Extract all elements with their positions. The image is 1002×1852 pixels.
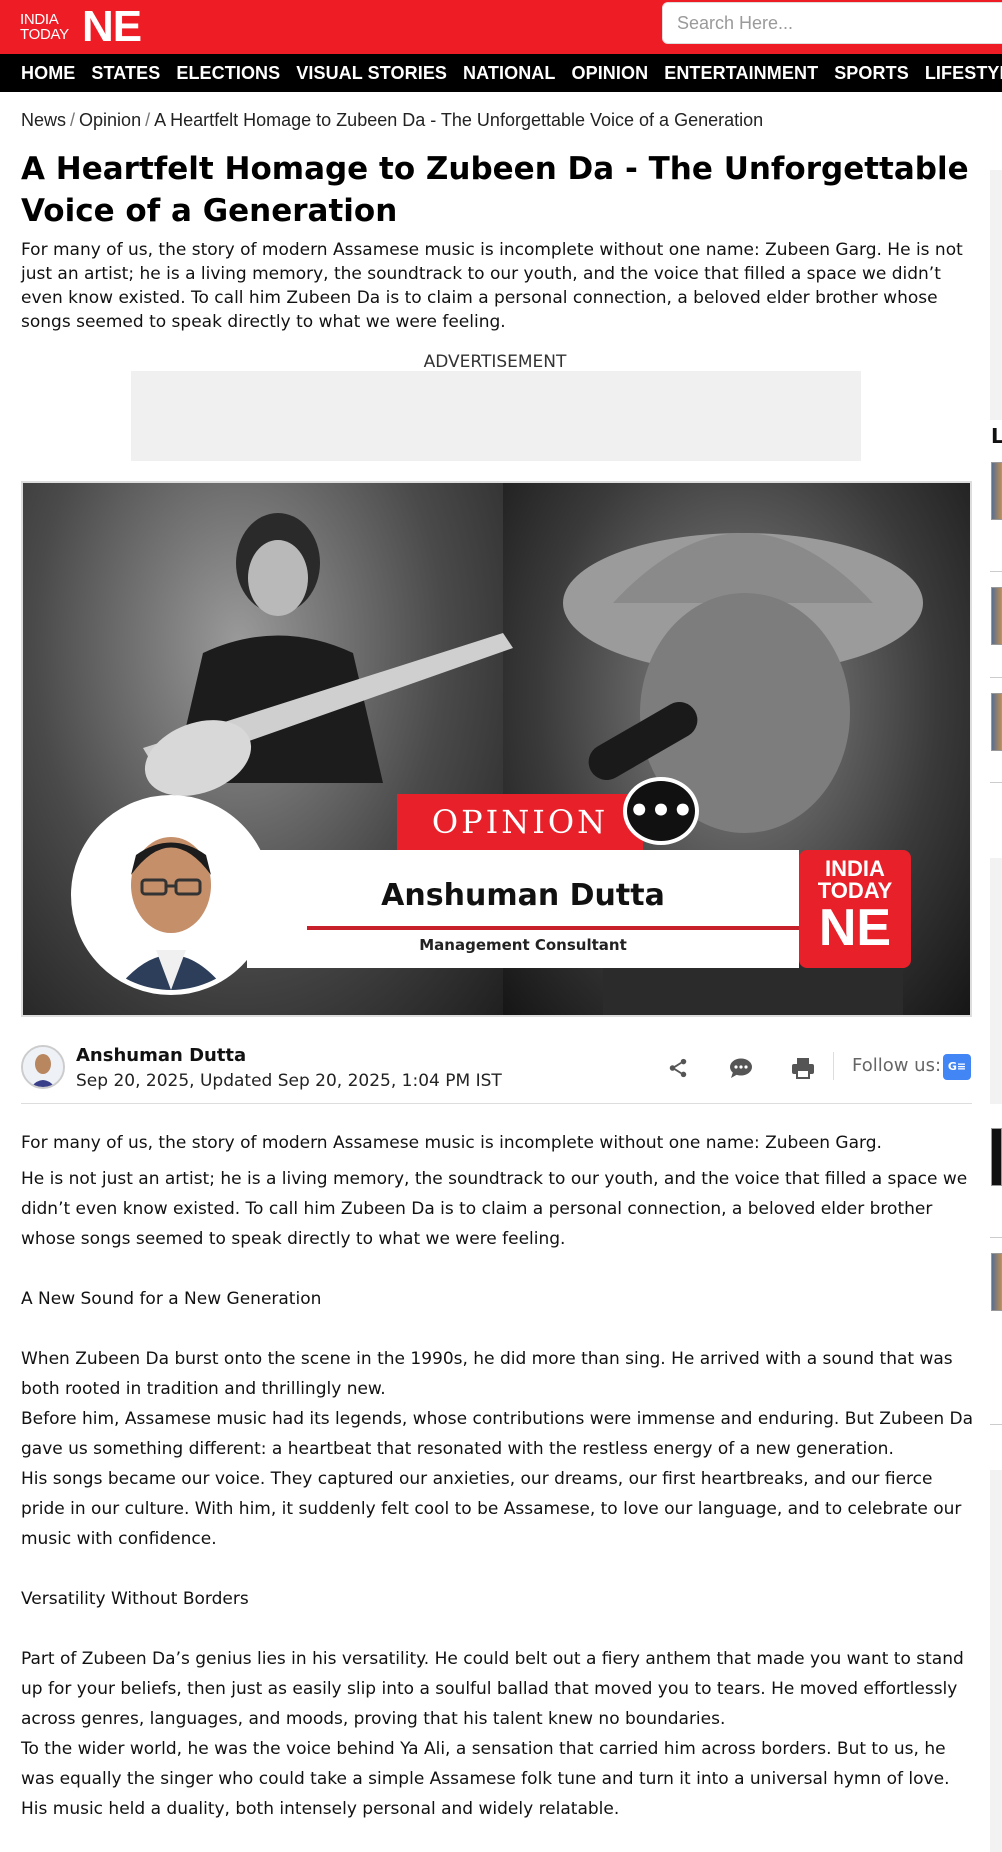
rail-divider — [990, 782, 1002, 783]
article-body: For many of us, the story of modern Assa… — [21, 1128, 976, 1824]
body-paragraph: To the wider world, he was the voice beh… — [21, 1739, 950, 1819]
nav-item-states[interactable]: STATES — [91, 63, 160, 84]
logo-big-text: NE — [82, 2, 142, 51]
body-paragraph: Before him, Assamese music had its legen… — [21, 1409, 974, 1459]
article-title: A Heartfelt Homage to Zubeen Da - The Un… — [21, 151, 969, 229]
nav-item-home[interactable]: HOME — [21, 63, 75, 84]
body-paragraph: When Zubeen Da burst onto the scene in t… — [21, 1349, 953, 1399]
hero-divider — [307, 926, 799, 930]
nav-item-national[interactable]: NATIONAL — [463, 63, 555, 84]
breadcrumb-news[interactable]: News — [21, 110, 66, 130]
rail-divider — [990, 1237, 1002, 1238]
portrait-illustration — [76, 800, 266, 990]
rail-divider — [990, 677, 1002, 678]
rail-heading: L — [991, 424, 1002, 448]
author-band: Anshuman Dutta Management Consultant — [247, 850, 799, 968]
avatar[interactable] — [21, 1045, 65, 1089]
hero-brand-logo: INDIA TODAY NE — [799, 850, 911, 968]
rail-divider — [990, 571, 1002, 572]
nav-item-lifestyle[interactable]: LIFESTYLE — [925, 63, 1002, 84]
advertisement-slot[interactable] — [131, 371, 861, 461]
hero-logo-big: NE — [818, 899, 892, 957]
rail-thumbnail[interactable] — [991, 1253, 1002, 1311]
rail-thumbnail[interactable] — [991, 587, 1002, 645]
main-nav: HOME STATES ELECTIONS VISUAL STORIES NATIONA… — [0, 54, 1002, 92]
follow-label: Follow us: — [852, 1055, 942, 1076]
breadcrumb-opinion[interactable]: Opinion — [79, 110, 141, 130]
rail-ad-slot — [990, 858, 1002, 1104]
print-glyph — [792, 1058, 814, 1079]
avatar-illustration — [23, 1047, 63, 1087]
article-summary: For many of us, the story of modern Assa… — [21, 240, 963, 332]
rail-ad-slot — [990, 170, 1002, 420]
rail-ad-slot — [990, 1470, 1002, 1852]
site-logo[interactable]: INDIA TODAY NE — [20, 2, 142, 51]
google-news-icon[interactable]: G≡ — [943, 1054, 971, 1080]
share-glyph — [669, 1058, 687, 1078]
search-input[interactable] — [663, 3, 1002, 43]
print-icon[interactable] — [789, 1054, 817, 1082]
body-paragraph: He is not just an artist; he is a living… — [21, 1169, 968, 1249]
share-icon[interactable] — [664, 1054, 692, 1082]
comment-glyph — [730, 1058, 752, 1078]
hero-logo-small: INDIA TODAY — [817, 856, 893, 903]
rail-divider — [990, 1424, 1002, 1425]
comment-icon[interactable] — [727, 1054, 755, 1082]
section-heading: Versatility Without Borders — [21, 1589, 249, 1609]
section-heading: A New Sound for a New Generation — [21, 1289, 322, 1309]
breadcrumb-separator: / — [145, 110, 151, 130]
logo-small-text: INDIA TODAY — [20, 12, 78, 42]
advertisement-label: ADVERTISEMENT — [423, 352, 567, 372]
nav-item-opinion[interactable]: OPINION — [572, 63, 649, 84]
byline: Anshuman Dutta Sep 20, 2025, Updated Sep… — [21, 1040, 972, 1104]
publish-dates: Sep 20, 2025, Updated Sep 20, 2025, 1:04… — [76, 1071, 502, 1091]
body-paragraph: For many of us, the story of modern Assa… — [21, 1133, 882, 1153]
byline-divider — [833, 1052, 834, 1080]
nav-item-sports[interactable]: SPORTS — [834, 63, 909, 84]
site-header: INDIA TODAY NE — [0, 0, 1002, 54]
nav-list: HOME STATES ELECTIONS VISUAL STORIES NATIONA… — [0, 54, 1002, 92]
nav-item-entertainment[interactable]: ENTERTAINMENT — [664, 63, 818, 84]
breadcrumb-current: A Heartfelt Homage to Zubeen Da - The Un… — [154, 110, 764, 130]
rail-thumbnail[interactable] — [991, 693, 1002, 751]
hero-author-role: Management Consultant — [419, 936, 627, 954]
rail-thumbnail[interactable] — [991, 1128, 1002, 1186]
author-portrait — [71, 795, 271, 995]
logo-small-line: INDIA TODAY — [20, 11, 69, 43]
body-paragraph: Part of Zubeen Da’s genius lies in his v… — [21, 1649, 964, 1729]
breadcrumb: News / Opinion / A Heartfelt Homage to Zubee… — [21, 110, 763, 131]
nav-item-visual-stories[interactable]: VISUAL STORIES — [296, 63, 447, 84]
nav-item-elections[interactable]: ELECTIONS — [176, 63, 280, 84]
search-box[interactable] — [662, 2, 1002, 44]
comment-bubble-icon: ••• — [623, 777, 699, 845]
hero-image: OPINION ••• Anshuman Dutta Management Co… — [21, 481, 972, 1017]
hero-author-name: Anshuman Dutta — [381, 878, 665, 913]
author-name[interactable]: Anshuman Dutta — [76, 1045, 246, 1066]
opinion-tag: OPINION — [397, 794, 643, 850]
breadcrumb-separator: / — [70, 110, 76, 130]
body-paragraph: His songs became our voice. They capture… — [21, 1469, 962, 1549]
rail-thumbnail[interactable] — [991, 462, 1002, 520]
